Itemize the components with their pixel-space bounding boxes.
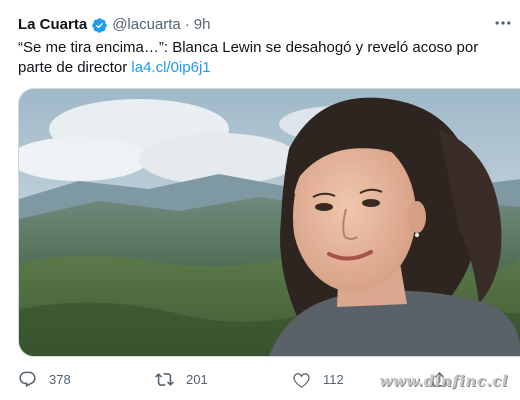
author-handle[interactable]: @lacuarta: [112, 15, 181, 35]
verified-badge-icon: [92, 17, 107, 33]
retweet-button[interactable]: 201: [155, 365, 208, 393]
tweet-header: La Cuarta @lacuarta · 9h: [18, 14, 210, 36]
heart-icon: [293, 372, 310, 388]
tweet-text: “Se me tira encima…”: Blanca Lewin se de…: [18, 38, 508, 78]
author-name[interactable]: La Cuarta: [18, 15, 87, 35]
reply-icon: [19, 371, 36, 387]
tweet-media-image[interactable]: [18, 88, 520, 357]
reply-button[interactable]: 378: [18, 365, 71, 393]
like-count: 112: [323, 371, 344, 387]
photo-woman-mountains: [19, 89, 520, 356]
like-button[interactable]: 112: [292, 365, 344, 393]
reply-count: 378: [49, 371, 71, 387]
tweet-link[interactable]: la4.cl/0ip6j1: [131, 59, 210, 76]
watermark: www.dinfinc.cl: [379, 372, 508, 390]
retweet-icon: [155, 372, 174, 386]
header-separator: ·: [184, 16, 190, 33]
tweet-timestamp[interactable]: 9h: [194, 15, 211, 35]
tweet-text-body: “Se me tira encima…”: Blanca Lewin se de…: [18, 39, 479, 76]
more-options-icon[interactable]: [490, 10, 516, 36]
retweet-count: 201: [186, 371, 208, 387]
